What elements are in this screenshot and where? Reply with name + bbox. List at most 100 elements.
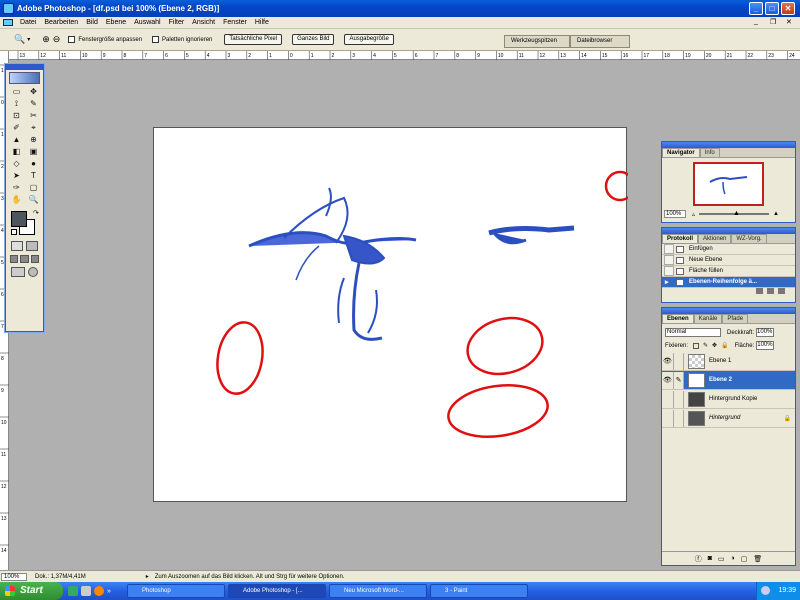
standard-mode-icon[interactable] (11, 241, 23, 251)
quicklaunch-icon[interactable] (68, 586, 78, 596)
fit-screen-button[interactable]: Ganzes Bild (292, 34, 335, 45)
layer-style-icon[interactable]: ⓕ (695, 554, 702, 564)
zoom-in-small-icon[interactable]: ▲ (773, 211, 779, 217)
minimize-button[interactable]: _ (749, 2, 763, 15)
quicklaunch-icon[interactable] (81, 586, 91, 596)
task-photoshop-folder[interactable]: Photoshop (127, 584, 225, 598)
visibility-toggle[interactable] (662, 409, 674, 427)
tool-button-11[interactable]: ▣ (26, 146, 41, 157)
tool-button-13[interactable]: ● (26, 158, 41, 169)
print-size-button[interactable]: Ausgabegröße (344, 34, 394, 45)
screen-mode-standard-icon[interactable] (10, 255, 19, 263)
jump-to-imageready-icon[interactable] (11, 267, 25, 277)
task-adobe-photoshop[interactable]: Adobe Photoshop - [... (228, 584, 326, 598)
visibility-eye-icon[interactable]: 👁 (662, 371, 674, 389)
lock-position-icon[interactable]: ✥ (712, 342, 717, 349)
actual-pixels-button[interactable]: Tatsächliche Pixel (224, 34, 283, 45)
adjustment-layer-icon[interactable]: ◑ (731, 555, 735, 562)
menu-ebene[interactable]: Ebene (102, 19, 130, 26)
foreground-color-swatch[interactable] (11, 211, 27, 227)
tool-button-15[interactable]: T (26, 170, 41, 181)
quickmask-mode-icon[interactable] (26, 241, 38, 251)
start-button[interactable]: Start (0, 582, 63, 600)
tool-button-17[interactable]: ▢ (26, 182, 41, 193)
zoom-out-small-icon[interactable]: ▵ (692, 211, 695, 218)
navigator-preview[interactable] (693, 162, 764, 206)
opacity-field[interactable]: 100% (756, 328, 775, 337)
tab-tool-presets[interactable]: WZ-Vorg. (731, 234, 767, 243)
lock-transparency-icon[interactable] (693, 342, 700, 349)
photoshop-logo[interactable] (9, 72, 40, 84)
ignore-palettes-checkbox[interactable]: Paletten ignorieren (152, 36, 212, 43)
doc-icon[interactable] (3, 19, 13, 26)
doc-minimize-button[interactable]: _ (754, 18, 758, 25)
volume-icon[interactable] (761, 586, 770, 595)
fit-window-checkbox[interactable]: Fenstergröße anpassen (68, 36, 142, 43)
tool-button-9[interactable]: ⊕ (26, 134, 41, 145)
menu-filter[interactable]: Filter (165, 19, 189, 26)
task-paint[interactable]: 3 - Paint (430, 584, 528, 598)
screen-mode-full-menu-icon[interactable] (20, 255, 29, 263)
firefox-icon[interactable] (94, 586, 104, 596)
chevron-right-icon[interactable]: » (107, 588, 111, 595)
layer-row[interactable]: 👁 Ebene 1 (662, 352, 795, 371)
doc-restore-button[interactable]: ❐ (770, 18, 776, 26)
tool-button-0[interactable]: ▭ (9, 86, 24, 97)
doc-close-button[interactable]: ✕ (786, 18, 792, 26)
tool-button-2[interactable]: ⟟ (9, 98, 24, 109)
screen-mode-full-icon[interactable] (30, 255, 39, 263)
task-word[interactable]: Neu Microsoft Word-... (329, 584, 427, 598)
tool-button-3[interactable]: ✎ (26, 98, 41, 109)
layer-set-icon[interactable]: ▭ (718, 555, 725, 563)
trash-icon[interactable] (778, 288, 785, 294)
tab-file-browser[interactable]: Dateibrowser (570, 35, 630, 48)
tool-button-4[interactable]: ⊡ (9, 110, 24, 121)
toolbox-titlebar[interactable] (6, 65, 43, 70)
tab-channels[interactable]: Kanäle (693, 314, 723, 323)
layer-row[interactable]: Hintergrund Kopie (662, 390, 795, 409)
history-item[interactable]: Fläche füllen (662, 266, 795, 277)
lock-all-icon[interactable]: 🔒 (721, 342, 728, 349)
layer-row-selected[interactable]: 👁 ✎ Ebene 2 (662, 371, 795, 390)
navigator-zoom-slider[interactable]: ▲ (699, 210, 770, 217)
jump-to-app-icon[interactable] (28, 267, 38, 277)
history-item[interactable]: Einfügen (662, 244, 795, 255)
fill-field[interactable]: 100% (756, 341, 775, 350)
tool-button-6[interactable]: ✐ (9, 122, 24, 133)
history-item-active[interactable]: ▸ Ebenen-Reihenfolge ä... (662, 277, 795, 288)
tab-paths[interactable]: Pfade (722, 314, 749, 323)
tool-button-18[interactable]: ✋ (9, 194, 24, 205)
document-canvas[interactable] (153, 127, 636, 502)
menu-bearbeiten[interactable]: Bearbeiten (40, 19, 82, 26)
tab-info[interactable]: Info (699, 148, 720, 157)
navigator-zoom-field[interactable]: 100% (664, 210, 686, 218)
menu-ansicht[interactable]: Ansicht (188, 19, 219, 26)
default-colors-icon[interactable] (11, 229, 17, 235)
status-arrow-icon[interactable]: ▸ (146, 573, 149, 580)
tool-button-7[interactable]: ⌖ (26, 122, 41, 133)
zoom-in-icon[interactable]: ⊕ (42, 34, 50, 45)
menu-datei[interactable]: Datei (16, 19, 40, 26)
tab-layers[interactable]: Ebenen (662, 314, 694, 323)
layer-row[interactable]: Hintergrund 🔒 (662, 409, 795, 428)
swap-colors-icon[interactable]: ↷ (33, 209, 39, 217)
layer-mask-icon[interactable]: ◙ (708, 555, 712, 562)
snapshot-icon[interactable] (767, 288, 774, 294)
tool-button-14[interactable]: ➤ (9, 170, 24, 181)
menu-bild[interactable]: Bild (82, 19, 102, 26)
menu-hilfe[interactable]: Hilfe (251, 19, 273, 26)
new-document-icon[interactable] (756, 288, 763, 294)
tab-brushes[interactable]: Werkzeugspitzen (504, 35, 570, 48)
close-button[interactable]: ✕ (781, 2, 795, 15)
lock-brush-icon[interactable]: ✎ (703, 342, 708, 349)
tab-actions[interactable]: Aktionen (698, 234, 732, 243)
chevron-down-icon[interactable]: ▾ (27, 36, 30, 43)
visibility-toggle[interactable] (662, 390, 674, 408)
status-zoom-field[interactable]: 100% (1, 572, 27, 581)
maximize-button[interactable]: □ (765, 2, 779, 15)
visibility-eye-icon[interactable]: 👁 (662, 352, 674, 370)
new-layer-icon[interactable]: ▢ (741, 555, 748, 563)
tool-button-16[interactable]: ✑ (9, 182, 24, 193)
tool-button-8[interactable]: ▲ (9, 134, 24, 145)
tool-button-5[interactable]: ✂ (26, 110, 41, 121)
